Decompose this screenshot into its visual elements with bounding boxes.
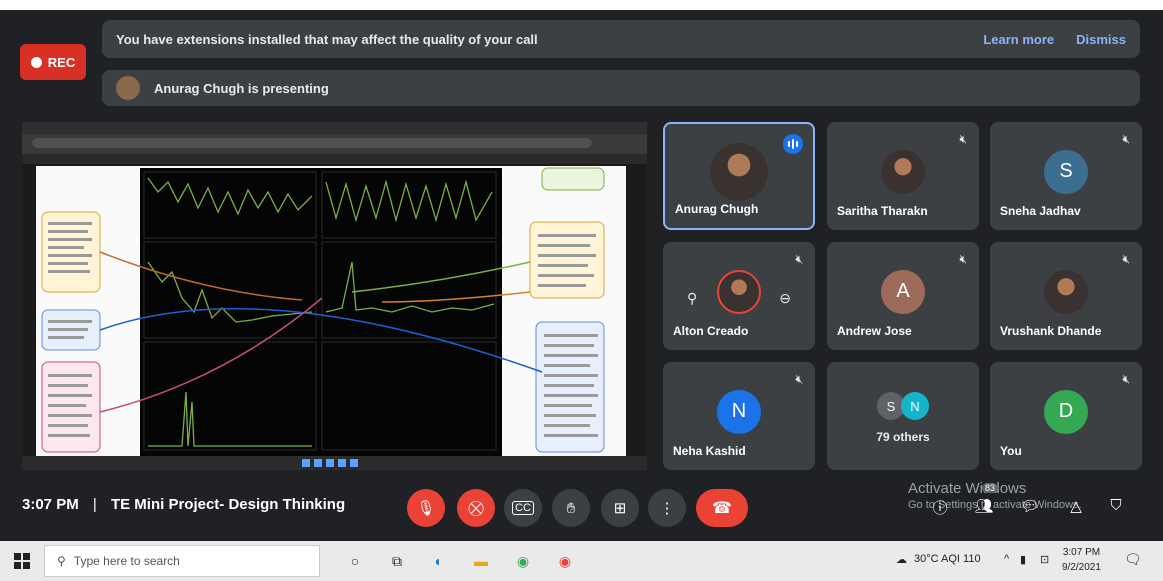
file-explorer-icon[interactable]: ▬ — [470, 550, 492, 572]
windows-taskbar: ⚲ Type here to search ○ ⧉ ◐ ▬ ◉ ◉ ☁︎ 30°… — [0, 541, 1163, 581]
recording-indicator: REC — [20, 44, 86, 80]
microphone-toggle-button[interactable]: 🎙︎ — [407, 489, 445, 527]
shared-screen-content — [22, 122, 647, 470]
participant-name: Alton Creado — [673, 324, 749, 338]
others-avatars: S N — [877, 392, 929, 420]
participant-tile-anurag[interactable]: Anurag Chugh — [663, 122, 815, 230]
people-count-badge: 83 — [982, 483, 999, 493]
learn-more-link[interactable]: Learn more — [983, 32, 1054, 47]
edge-icon[interactable]: ◐ — [428, 550, 450, 572]
participant-photo — [1044, 269, 1088, 314]
present-button[interactable]: ⊞ — [601, 489, 639, 527]
weather-icon: ☁︎ — [896, 554, 907, 566]
cortana-icon[interactable]: ○ — [344, 550, 366, 572]
participant-name: Neha Kashid — [673, 444, 746, 458]
search-icon: ⚲ — [57, 554, 66, 568]
participant-photo — [881, 149, 925, 194]
captions-icon: CC — [512, 501, 534, 515]
participant-avatar: A — [881, 269, 925, 314]
participant-tile-saritha[interactable]: 🔇︎ Saritha Tharakn — [827, 122, 979, 230]
camera-toggle-button[interactable]: ⛒ — [457, 489, 495, 527]
mic-off-icon: 🔇︎ — [1122, 252, 1130, 266]
participant-tile-vrushank[interactable]: 🔇︎ Vrushank Dhande — [990, 242, 1142, 350]
rec-label: REC — [47, 54, 76, 70]
end-call-icon: ☎︎ — [712, 500, 732, 517]
participant-avatar: N — [901, 392, 929, 420]
leave-call-button[interactable]: ☎︎ — [696, 489, 748, 527]
notifications-icon[interactable]: 🗨︎ — [1124, 551, 1142, 568]
camera-off-icon: ⛒ — [468, 499, 484, 517]
top-strip — [0, 0, 1163, 10]
mic-off-icon: 🔇︎ — [959, 252, 967, 266]
participant-tile-neha[interactable]: N 🔇︎ Neha Kashid — [663, 362, 815, 470]
taskbar-search-box[interactable]: ⚲ Type here to search — [44, 545, 320, 577]
meeting-title: TE Mini Project- Design Thinking — [110, 496, 346, 513]
clock-date: 9/2/2021 — [1062, 562, 1101, 573]
dismiss-button[interactable]: Dismiss — [1076, 32, 1126, 47]
search-placeholder: Type here to search — [73, 554, 180, 568]
activities-icon[interactable]: △ — [1066, 497, 1086, 517]
participant-avatar: S — [1044, 149, 1088, 194]
taskbar-clock[interactable]: 3:07 PM 9/2/2021 — [1062, 545, 1101, 575]
tray-chevron-icon[interactable]: ^ — [1004, 553, 1009, 565]
mic-off-icon: 🎙︎ — [416, 500, 436, 517]
participant-tile-sneha[interactable]: S 🔇︎ Sneha Jadhav — [990, 122, 1142, 230]
windows-start-icon[interactable] — [14, 553, 30, 569]
captions-button[interactable]: CC — [504, 489, 542, 527]
weather-text[interactable]: 30°C AQI 110 — [914, 553, 981, 565]
participant-photo — [710, 142, 768, 201]
mic-off-icon: 🔇︎ — [959, 132, 967, 146]
mic-off-icon: 🔇︎ — [795, 372, 803, 386]
shared-screen[interactable] — [22, 122, 647, 470]
participant-tile-alton[interactable]: ⚲ ⊖ 🔇︎ Alton Creado — [663, 242, 815, 350]
info-icon[interactable]: ⓘ — [930, 497, 950, 517]
raise-hand-button[interactable]: ✋︎ — [552, 489, 590, 527]
separator: | — [92, 496, 97, 513]
participant-tile-andrew[interactable]: A 🔇︎ Andrew Jose — [827, 242, 979, 350]
tile-hover-controls: ⚲ ⊖ — [663, 290, 815, 307]
presenting-text: Anurag Chugh is presenting — [154, 80, 329, 96]
microphone-tray-icon[interactable]: ▮ — [1020, 553, 1026, 566]
banner-message: You have extensions installed that may a… — [116, 31, 538, 47]
mic-off-icon: 🔇︎ — [1122, 372, 1130, 386]
remove-icon[interactable]: ⊖ — [779, 290, 791, 307]
more-vert-icon: ⋮ — [659, 500, 675, 517]
hand-icon: ✋︎ — [566, 499, 576, 517]
presenting-bar: Anurag Chugh is presenting — [102, 70, 1140, 106]
participant-name: Sneha Jadhav — [1000, 204, 1081, 218]
task-view-icon[interactable]: ⧉ — [386, 550, 408, 572]
chrome-icon[interactable]: ◉ — [512, 550, 534, 572]
pin-icon[interactable]: ⚲ — [687, 290, 697, 307]
participant-name: Saritha Tharakn — [837, 204, 928, 218]
mic-off-icon: 🔇︎ — [795, 252, 803, 266]
people-icon[interactable]: 👥︎ 83 — [974, 483, 999, 517]
presenter-avatar — [116, 76, 140, 100]
meet-window: REC You have extensions installed that m… — [0, 0, 1163, 581]
record-dot-icon — [30, 56, 42, 68]
participant-name: You — [1000, 444, 1022, 458]
participant-tile-others[interactable]: S N 79 others — [827, 362, 979, 470]
extensions-warning-banner: You have extensions installed that may a… — [102, 20, 1140, 58]
meeting-info: 3:07 PM | TE Mini Project- Design Thinki… — [22, 496, 345, 513]
participant-tile-you[interactable]: D 🔇︎ You — [990, 362, 1142, 470]
participant-name: Andrew Jose — [837, 324, 912, 338]
participant-avatar: D — [1044, 389, 1088, 434]
present-icon: ⊞ — [613, 500, 627, 517]
mic-off-icon: 🔇︎ — [1122, 132, 1130, 146]
meeting-time: 3:07 PM — [22, 496, 79, 513]
chrome-alt-icon[interactable]: ◉ — [554, 550, 576, 572]
clock-time: 3:07 PM — [1062, 547, 1101, 558]
host-controls-icon[interactable]: ⛉ — [1106, 497, 1126, 517]
more-options-button[interactable]: ⋮ — [648, 489, 686, 527]
others-count: 79 others — [876, 430, 930, 444]
speaking-indicator-icon — [783, 134, 803, 154]
participant-name: Vrushank Dhande — [1000, 324, 1102, 338]
participant-avatar: N — [717, 389, 761, 434]
network-icon[interactable]: ⊡ — [1040, 553, 1049, 566]
chat-icon[interactable]: 💬︎ — [1020, 497, 1040, 517]
participant-name: Anurag Chugh — [675, 202, 759, 216]
